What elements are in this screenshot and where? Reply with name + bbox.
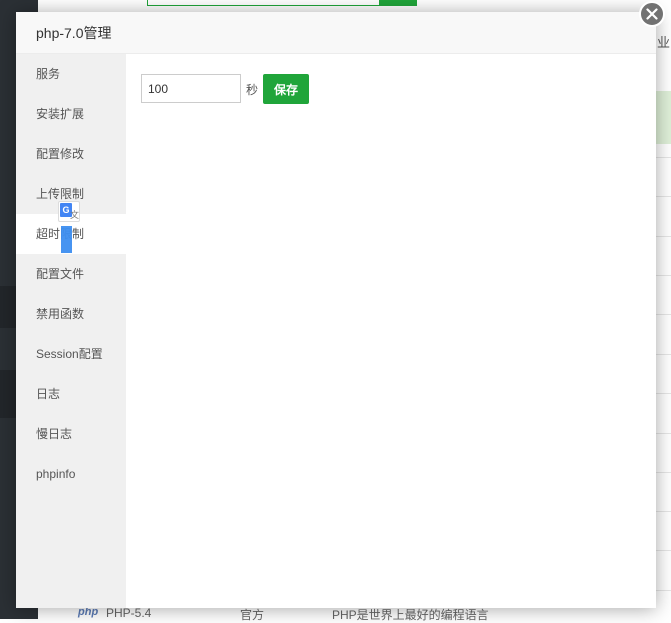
background-row-divider — [656, 590, 671, 591]
sidebar-item-log[interactable]: 日志 — [16, 374, 126, 414]
sidebar-item-disabled-functions[interactable]: 禁用函数 — [16, 294, 126, 334]
sidebar-item-phpinfo[interactable]: phpinfo — [16, 454, 126, 494]
background-row-divider — [656, 314, 671, 315]
background-search-button — [379, 0, 417, 6]
seconds-unit-label: 秒 — [246, 83, 259, 97]
timeout-settings-panel: 秒 保存 — [126, 54, 656, 608]
sidebar-item-config-edit[interactable]: 配置修改 — [16, 134, 126, 174]
background-row-divider — [656, 550, 671, 551]
software-type: 官方 — [240, 608, 265, 622]
sidebar-item-service[interactable]: 服务 — [16, 54, 126, 94]
sidebar-item-config-file[interactable]: 配置文件 — [16, 254, 126, 294]
sidebar-item-slow-log[interactable]: 慢日志 — [16, 414, 126, 454]
close-icon — [646, 8, 658, 20]
background-table-header-fragment: 业 — [657, 35, 671, 50]
background-row-divider — [656, 196, 671, 197]
background-highlight-row — [656, 91, 671, 144]
timeout-seconds-input[interactable] — [141, 74, 241, 103]
background-search-input — [147, 0, 381, 6]
background-row-divider — [656, 354, 671, 355]
sidebar-item-install-extensions[interactable]: 安装扩展 — [16, 94, 126, 134]
background-row-divider — [656, 511, 671, 512]
background-row-divider — [656, 275, 671, 276]
dialog-sidebar: 服务 安装扩展 配置修改 上传限制 超时限制 配置文件 禁用函数 Session… — [16, 54, 126, 608]
save-button[interactable]: 保存 — [263, 74, 309, 104]
dialog-header: php-7.0管理 — [16, 12, 656, 54]
background-row-divider — [656, 433, 671, 434]
background-row-divider — [656, 236, 671, 237]
sidebar-item-session-config[interactable]: Session配置 — [16, 334, 126, 374]
background-row-divider — [656, 472, 671, 473]
software-name: PHP-5.4 — [106, 606, 152, 620]
background-row-divider — [656, 393, 671, 394]
text-selection-highlight — [61, 226, 72, 253]
background-row-divider — [656, 157, 671, 158]
close-dialog-button[interactable] — [639, 1, 665, 27]
dialog-title: php-7.0管理 — [36, 24, 112, 41]
php-manage-dialog: php-7.0管理 服务 安装扩展 配置修改 上传限制 超时限制 配置文件 禁用… — [16, 12, 656, 608]
software-description: PHP是世界上最好的编程语言 — [332, 608, 489, 622]
google-translate-icon[interactable]: G 文 — [58, 201, 80, 222]
